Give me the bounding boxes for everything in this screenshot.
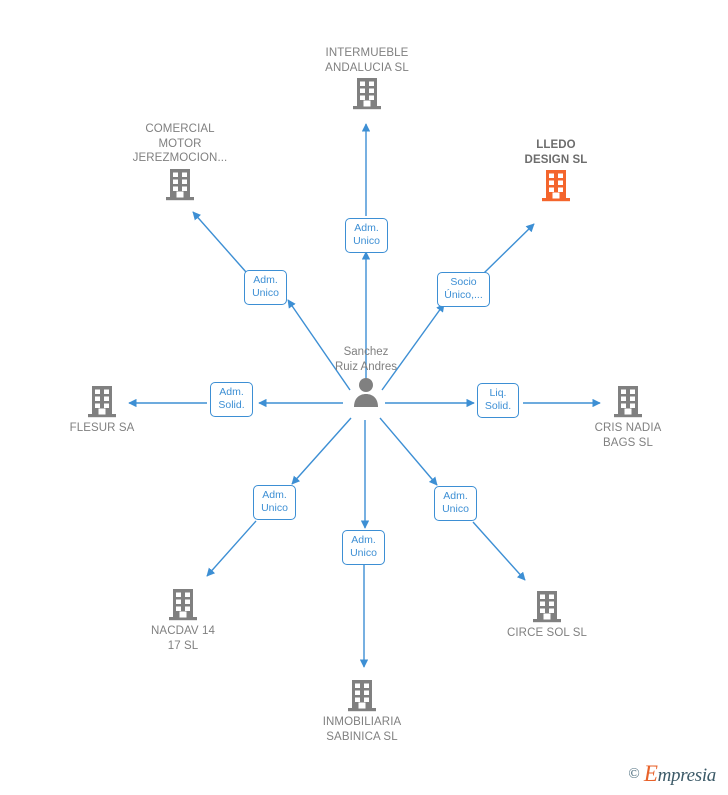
relation-label-lledo-design[interactable]: Socio Único,... — [437, 272, 490, 307]
node-lledo-design-sl[interactable]: LLEDO DESIGN SL — [476, 138, 636, 203]
edge-circe-upper — [379, 417, 438, 486]
node-label: INMOBILIARIA SABINICA SL — [322, 716, 402, 743]
building-icon — [88, 386, 116, 418]
node-label: NACDAV 14 17 SL — [151, 625, 215, 652]
edge-lledo-upper — [483, 223, 535, 274]
node-label: CRIS NADIA BAGS SL — [594, 422, 662, 449]
node-label: FLESUR SA — [69, 422, 135, 434]
relation-label-comercial-motor[interactable]: Adm. Unico — [244, 270, 287, 305]
node-comercial-motor-jerezmocion[interactable]: COMERCIAL MOTOR JEREZMOCION... — [100, 122, 260, 202]
person-icon — [354, 378, 378, 407]
node-cris-nadia-bags-sl[interactable]: CRIS NADIA BAGS SL — [548, 385, 708, 450]
brand-name: Empresia — [644, 761, 716, 787]
node-person-sanchez-ruiz-andres[interactable]: Sanchez Ruiz Andres — [281, 345, 451, 407]
node-inmobiliaria-sabinica-sl[interactable]: INMOBILIARIA SABINICA SL — [282, 679, 442, 744]
node-label: CIRCE SOL SL — [506, 627, 588, 639]
building-icon — [542, 170, 570, 202]
node-label: COMERCIAL MOTOR JEREZMOCION... — [132, 123, 228, 164]
relation-label-cris-nadia[interactable]: Liq. Solid. — [477, 383, 519, 418]
edge-comercial-upper — [192, 211, 247, 273]
node-flesur-sa[interactable]: FLESUR SA — [22, 385, 182, 436]
building-icon — [169, 589, 197, 621]
relation-label-circe-sol[interactable]: Adm. Unico — [434, 486, 477, 521]
node-circe-sol-sl[interactable]: CIRCE SOL SL — [467, 590, 627, 641]
node-label: LLEDO DESIGN SL — [524, 139, 588, 166]
brand-initial: E — [643, 761, 658, 786]
relation-label-nacdav[interactable]: Adm. Unico — [253, 485, 296, 520]
edge-nacdav-upper — [291, 417, 352, 485]
network-diagram-canvas: INTERMUEBLE ANDALUCIA SL COMERCIAL MOTOR… — [0, 0, 728, 795]
node-intermueble-andalucia-sl[interactable]: INTERMUEBLE ANDALUCIA SL — [287, 46, 447, 111]
building-icon — [353, 78, 381, 110]
building-icon — [533, 591, 561, 623]
copyright-symbol: © — [628, 765, 640, 782]
relation-label-intermueble[interactable]: Adm. Unico — [345, 218, 388, 253]
relation-label-inmobiliaria[interactable]: Adm. Unico — [342, 530, 385, 565]
building-icon — [348, 680, 376, 712]
brand-rest: mpresia — [657, 765, 717, 786]
watermark: © Empresia — [628, 761, 716, 787]
person-label: Sanchez Ruiz Andres — [334, 346, 397, 373]
building-icon — [166, 168, 194, 200]
node-nacdav-14-17-sl[interactable]: NACDAV 14 17 SL — [103, 588, 263, 653]
building-icon — [614, 386, 642, 418]
edge-circe-lower — [472, 521, 526, 581]
edge-nacdav-lower — [206, 520, 257, 577]
node-label: INTERMUEBLE ANDALUCIA SL — [325, 47, 409, 74]
relation-label-flesur[interactable]: Adm. Solid. — [210, 382, 253, 417]
